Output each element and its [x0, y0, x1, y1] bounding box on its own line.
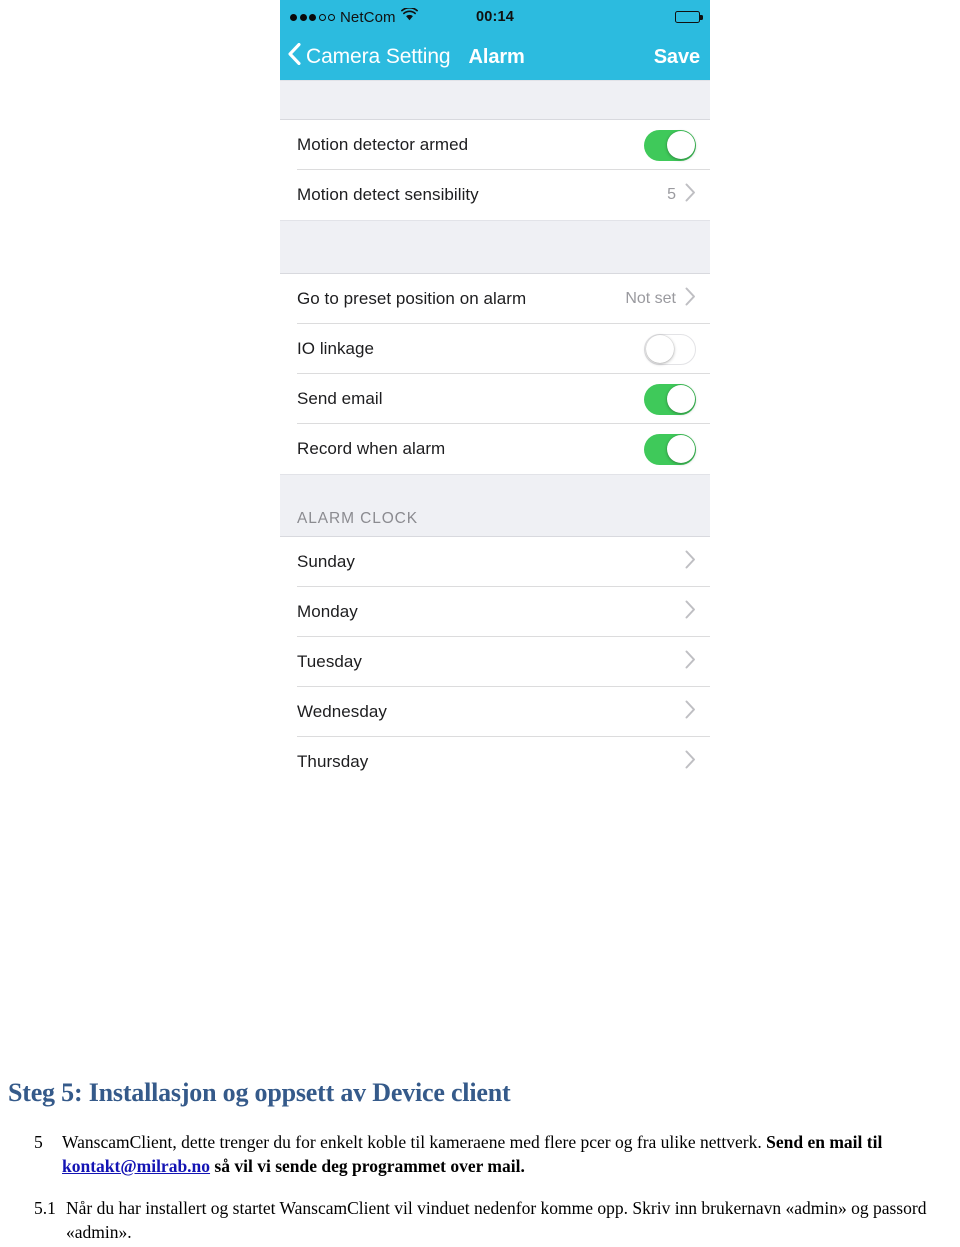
row-label: Sunday	[297, 552, 355, 571]
row-send-email[interactable]: Send email	[280, 374, 710, 424]
row-value: Not set	[625, 290, 676, 307]
toggle-send-email[interactable]	[644, 383, 696, 415]
chevron-right-icon	[685, 183, 696, 207]
row-control: 5	[667, 183, 696, 207]
chevron-left-icon	[288, 42, 301, 71]
row-motion-detector-armed[interactable]: Motion detector armed	[280, 120, 710, 170]
row-control	[685, 700, 696, 724]
status-bar-right	[675, 11, 703, 23]
row-label: Go to preset position on alarm	[297, 289, 527, 308]
chevron-right-icon	[685, 550, 696, 574]
back-button-label: Camera Setting	[306, 45, 451, 68]
item-text-plain: WanscamClient, dette trenger du for enke…	[62, 1132, 767, 1152]
row-sunday[interactable]: Sunday	[280, 537, 710, 587]
document-section: Steg 5: Installasjon og oppsett av Devic…	[0, 1078, 960, 1245]
wifi-icon	[400, 6, 418, 26]
page-title: Alarm	[468, 45, 525, 68]
save-button[interactable]: Save	[654, 46, 700, 69]
row-control	[685, 600, 696, 624]
row-control	[644, 383, 696, 415]
row-tuesday[interactable]: Tuesday	[280, 637, 710, 687]
row-control	[685, 650, 696, 674]
chevron-right-icon	[685, 287, 696, 311]
row-label: Send email	[297, 389, 383, 408]
phone-screenshot: NetCom 00:14 Camera Setting Alarm Save M…	[280, 0, 710, 847]
status-bar: NetCom 00:14	[280, 0, 710, 34]
row-wednesday[interactable]: Wednesday	[280, 687, 710, 737]
toggle-record-when-alarm[interactable]	[644, 433, 696, 465]
row-label: Monday	[297, 602, 358, 621]
chevron-right-icon	[685, 700, 696, 724]
status-bar-left: NetCom	[290, 6, 418, 26]
screenshot-bottom-padding	[280, 787, 710, 847]
document-body: 5 WanscamClient, dette trenger du for en…	[0, 1130, 960, 1245]
back-button[interactable]: Camera Setting	[288, 42, 451, 71]
row-label: Motion detect sensibility	[297, 185, 479, 204]
chevron-right-icon	[685, 650, 696, 674]
row-label: Motion detector armed	[297, 135, 469, 154]
toggle-motion-detector-armed[interactable]	[644, 129, 696, 161]
section-header-alarm-clock: ALARM CLOCK	[280, 474, 710, 537]
row-label: IO linkage	[297, 339, 375, 358]
chevron-right-icon	[685, 750, 696, 774]
document-heading: Steg 5: Installasjon og oppsett av Devic…	[8, 1078, 511, 1107]
row-control	[644, 433, 696, 465]
section-spacer-middle	[280, 220, 710, 274]
row-io-linkage[interactable]: IO linkage	[280, 324, 710, 374]
row-label: Record when alarm	[297, 439, 446, 458]
navigation-bar: Camera Setting Alarm Save	[280, 34, 710, 80]
row-thursday[interactable]: Thursday	[280, 737, 710, 787]
row-control	[685, 550, 696, 574]
document-list-item-5: 5 WanscamClient, dette trenger du for en…	[0, 1130, 960, 1178]
section-spacer-top	[280, 80, 710, 120]
toggle-io-linkage[interactable]	[644, 333, 696, 365]
row-control	[685, 750, 696, 774]
list-item-number: 5.1	[34, 1198, 56, 1219]
signal-strength-icon	[290, 13, 335, 21]
item-text-bold-2: så vil vi sende deg programmet over mail…	[210, 1156, 525, 1177]
row-value: 5	[667, 186, 676, 203]
row-label: Thursday	[297, 752, 369, 771]
row-record-when-alarm[interactable]: Record when alarm	[280, 424, 710, 474]
list-item-text: Når du har installert og startet Wanscam…	[66, 1198, 927, 1243]
section-header-label: ALARM CLOCK	[297, 510, 419, 527]
row-label: Wednesday	[297, 702, 387, 721]
row-monday[interactable]: Monday	[280, 587, 710, 637]
chevron-right-icon	[685, 600, 696, 624]
document-list-item-5-1: 5.1 Når du har installert og startet Wan…	[0, 1196, 960, 1244]
item-text-bold-1: Send en mail til	[766, 1132, 883, 1152]
carrier-label: NetCom	[340, 8, 396, 26]
row-control	[644, 333, 696, 365]
row-go-to-preset-position-on-alarm[interactable]: Go to preset position on alarm Not set	[280, 274, 710, 324]
battery-icon	[675, 11, 703, 23]
email-link[interactable]: kontakt@milrab.no	[62, 1156, 210, 1176]
row-control	[644, 129, 696, 161]
list-item-text: WanscamClient, dette trenger du for enke…	[62, 1130, 960, 1178]
row-motion-detect-sensibility[interactable]: Motion detect sensibility 5	[280, 170, 710, 220]
list-item-number: 5	[34, 1132, 43, 1152]
row-label: Tuesday	[297, 652, 362, 671]
row-control: Not set	[625, 287, 696, 311]
